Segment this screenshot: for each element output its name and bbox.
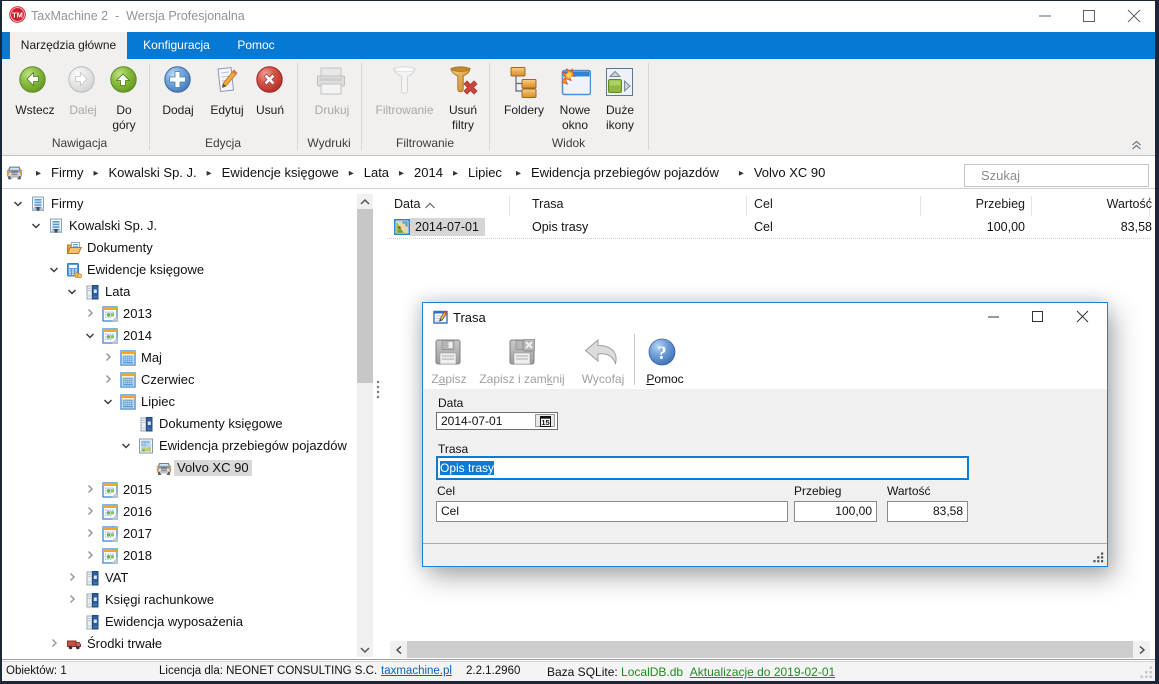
svg-text:15: 15: [541, 418, 549, 427]
svg-text:TM: TM: [12, 10, 23, 19]
svg-text:?: ?: [657, 343, 667, 364]
